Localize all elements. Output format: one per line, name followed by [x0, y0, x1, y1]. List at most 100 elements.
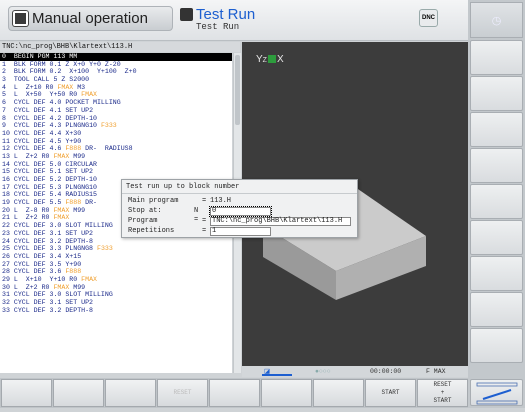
program-line[interactable]: 13 L Z+2 R0 FMAX M99 — [0, 153, 232, 161]
stop-at-label: Stop at: — [128, 207, 162, 215]
program-line[interactable]: 8 CYCL DEF 4.2 DEPTH-10 — [0, 115, 232, 123]
line-number: 29 — [2, 275, 10, 283]
program-input[interactable]: TNC:\nc_prog\BHB\Klartext\113.H — [210, 217, 351, 226]
line-number: 13 — [2, 152, 10, 160]
softkey-1[interactable] — [1, 379, 52, 407]
program-line[interactable]: 30 L Z+2 R0 FMAX M99 — [0, 284, 232, 292]
repetitions-input[interactable]: 1 — [210, 227, 271, 236]
program-line[interactable]: 29 L X+10 Y+10 R0 FMAX — [0, 276, 232, 284]
softkey-2[interactable] — [53, 379, 104, 407]
stop-at-input[interactable]: 0 — [209, 206, 272, 217]
program-line[interactable]: 1 BLK FORM 0.1 Z X+0 Y+0 Z-20 — [0, 61, 232, 69]
line-text: CYCL DEF 3.3 PLNGNG8 — [9, 245, 97, 253]
feed-keyword: F888 — [65, 199, 82, 207]
softkey-7[interactable] — [313, 379, 364, 407]
line-text: CYCL DEF 3.6 — [9, 268, 66, 276]
line-number: 26 — [2, 252, 10, 260]
line-tail: DR- — [81, 199, 97, 207]
program-line[interactable]: 11 CYCL DEF 4.5 Y+90 — [0, 138, 232, 146]
vertical-softkey-4[interactable] — [470, 148, 523, 183]
line-number: 17 — [2, 183, 10, 191]
line-number: 28 — [2, 268, 10, 276]
line-text: L Z+10 R0 — [5, 83, 58, 91]
line-text: CYCL DEF 3.4 X+15 — [9, 252, 82, 260]
line-number: 21 — [2, 214, 10, 222]
program-line[interactable]: 32 CYCL DEF 3.1 SET UP2 — [0, 299, 232, 307]
line-number: 19 — [2, 199, 10, 207]
feed-keyword: FMAX — [81, 275, 97, 283]
program-line[interactable]: 5 L X+50 Y+50 R0 FMAX — [0, 91, 232, 99]
line-text: CYCL DEF 5.0 CIRCULAR — [9, 160, 97, 168]
program-line[interactable]: 0 BEGIN PGM 113 MM — [0, 53, 232, 61]
softkey-5[interactable] — [209, 379, 260, 407]
program-line[interactable]: 33 CYCL DEF 3.2 DEPTH-8 — [0, 307, 232, 315]
program-line[interactable]: 15 CYCL DEF 5.1 SET UP2 — [0, 168, 232, 176]
softkey-switch-icon — [476, 382, 518, 405]
reset-start-softkey[interactable]: RESET + START — [417, 379, 468, 407]
mode-test-run[interactable]: Test Run Test Run — [180, 6, 255, 32]
vertical-softkey-7[interactable] — [470, 256, 523, 291]
line-text: CYCL DEF 3.0 SLOT MILLING — [9, 222, 113, 230]
clock-icon[interactable]: ◷ — [470, 2, 523, 38]
mode-test-sub: Test Run — [196, 22, 240, 32]
status-bar: ◪ ●○○○ 00:00:00 F MAX — [242, 366, 468, 377]
start-softkey[interactable]: START — [365, 379, 416, 407]
line-number: 25 — [2, 245, 10, 253]
line-text: CYCL DEF 3.2 DEPTH-8 — [9, 237, 94, 245]
line-text: BEGIN PGM 113 MM — [5, 53, 78, 60]
program-line[interactable]: 7 CYCL DEF 4.1 SET UP2 — [0, 107, 232, 115]
line-number: 11 — [2, 137, 10, 145]
line-text: BLK FORM 0.1 Z X+0 Y+0 Z-20 — [5, 60, 121, 68]
vertical-softkey-5[interactable] — [470, 184, 523, 219]
vertical-softkey-1[interactable] — [470, 40, 523, 75]
mode-manual-operation[interactable]: Manual operation — [8, 6, 173, 31]
softkey-3[interactable] — [105, 379, 156, 407]
line-number: 31 — [2, 291, 10, 299]
feed-keyword: F333 — [96, 245, 113, 253]
program-line[interactable]: 28 CYCL DEF 3.6 F888 — [0, 268, 232, 276]
program-line[interactable]: 3 TOOL CALL 5 Z S2000 — [0, 76, 232, 84]
line-text: CYCL DEF 3.0 SLOT MILLING — [9, 291, 113, 299]
vertical-softkey-6[interactable] — [470, 220, 523, 255]
feed-keyword: F888 — [65, 268, 82, 276]
vertical-softkey-9[interactable] — [470, 328, 523, 363]
line-number: 14 — [2, 160, 10, 168]
dnc-icon[interactable]: DNC — [419, 9, 438, 27]
softkey-bar-switch-button[interactable] — [470, 379, 523, 406]
program-line[interactable]: 10 CYCL DEF 4.4 X+30 — [0, 130, 232, 138]
line-text: CYCL DEF 4.6 — [9, 145, 66, 153]
program-line[interactable]: 25 CYCL DEF 3.3 PLNGNG8 F333 — [0, 245, 232, 253]
line-number: 32 — [2, 299, 10, 306]
manual-mode-icon — [13, 11, 28, 26]
line-text: L X+10 Y+10 R0 — [9, 275, 82, 283]
vertical-softkey-3[interactable] — [470, 112, 523, 147]
program-line[interactable]: 9 CYCL DEF 4.3 PLNGNG10 F333 — [0, 122, 232, 130]
program-line[interactable]: 27 CYCL DEF 3.5 Y+90 — [0, 261, 232, 269]
program-line[interactable]: 2 BLK FORM 0.2 X+100 Y+100 Z+0 — [0, 68, 232, 76]
line-text: L Z+2 R0 — [9, 152, 54, 160]
program-line[interactable]: 6 CYCL DEF 4.0 POCKET MILLING — [0, 99, 232, 107]
line-number: 12 — [2, 145, 10, 153]
line-text: L Z-8 R0 — [9, 206, 54, 214]
softkey-6[interactable] — [261, 379, 312, 407]
feed-keyword: F333 — [100, 122, 117, 130]
line-text: CYCL DEF 5.5 — [9, 199, 66, 207]
program-line[interactable]: 26 CYCL DEF 3.4 X+15 — [0, 253, 232, 261]
line-number: 15 — [2, 168, 10, 176]
repetitions-label: Repetitions — [128, 227, 175, 235]
program-line[interactable]: 31 CYCL DEF 3.0 SLOT MILLING — [0, 291, 232, 299]
feed-keyword: F888 — [65, 145, 82, 153]
line-text: CYCL DEF 3.2 DEPTH-8 — [9, 306, 94, 314]
program-line[interactable]: 14 CYCL DEF 5.0 CIRCULAR — [0, 161, 232, 169]
vertical-softkey-2[interactable] — [470, 76, 523, 111]
program-mode-icon — [180, 8, 193, 21]
line-tail: M99 — [69, 206, 86, 214]
softkey-reset-disabled[interactable]: RESET — [157, 379, 208, 407]
program-line[interactable]: 24 CYCL DEF 3.2 DEPTH-8 — [0, 238, 232, 246]
feed-keyword: FMAX — [53, 152, 70, 160]
program-line[interactable]: 12 CYCL DEF 4.6 F888 DR- RADIUS8 — [0, 145, 232, 153]
vertical-softkey-8[interactable] — [470, 292, 523, 327]
program-line[interactable]: 4 L Z+10 R0 FMAX M3 — [0, 84, 232, 92]
line-number: 33 — [2, 306, 10, 314]
scrollbar-thumb[interactable] — [235, 55, 240, 125]
